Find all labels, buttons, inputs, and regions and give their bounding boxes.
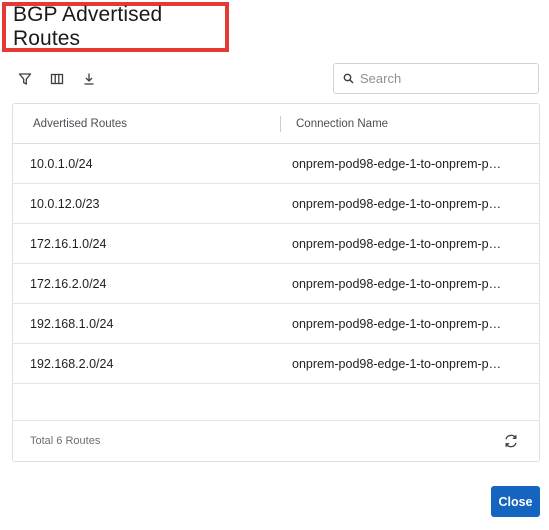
columns-icon bbox=[50, 73, 64, 85]
connection-cell: onprem-pod98-edge-1-to-onprem-p… bbox=[292, 277, 502, 291]
search-icon bbox=[343, 73, 354, 84]
route-cell: 10.0.12.0/23 bbox=[30, 197, 100, 211]
table-row[interactable]: 172.16.1.0/24 onprem-pod98-edge-1-to-onp… bbox=[13, 224, 539, 264]
table-row[interactable]: 10.0.1.0/24 onprem-pod98-edge-1-to-onpre… bbox=[13, 144, 539, 184]
connection-cell: onprem-pod98-edge-1-to-onprem-p… bbox=[292, 357, 502, 371]
refresh-icon[interactable] bbox=[503, 433, 519, 449]
column-resize-handle[interactable] bbox=[280, 116, 281, 132]
table-header: Advertised Routes Connection Name bbox=[13, 104, 539, 144]
connection-cell: onprem-pod98-edge-1-to-onprem-p… bbox=[292, 157, 502, 171]
connection-cell: onprem-pod98-edge-1-to-onprem-p… bbox=[292, 317, 502, 331]
connection-cell: onprem-pod98-edge-1-to-onprem-p… bbox=[292, 237, 502, 251]
dialog-title: BGP Advertised Routes bbox=[13, 3, 163, 50]
route-cell: 192.168.2.0/24 bbox=[30, 357, 114, 371]
table-footer: Total 6 Routes bbox=[13, 421, 539, 460]
close-button[interactable]: Close bbox=[491, 486, 540, 517]
search-box[interactable] bbox=[333, 63, 539, 94]
table-empty-space bbox=[13, 384, 539, 421]
table-row[interactable]: 192.168.1.0/24 onprem-pod98-edge-1-to-on… bbox=[13, 304, 539, 344]
route-cell: 192.168.1.0/24 bbox=[30, 317, 114, 331]
filter-button[interactable] bbox=[14, 68, 36, 90]
table-row[interactable]: 192.168.2.0/24 onprem-pod98-edge-1-to-on… bbox=[13, 344, 539, 384]
total-routes-count: Total 6 Routes bbox=[30, 434, 101, 447]
columns-button[interactable] bbox=[46, 68, 68, 90]
dialog-title-box: BGP Advertised Routes bbox=[2, 2, 229, 52]
download-icon bbox=[84, 73, 94, 85]
table-row[interactable]: 10.0.12.0/23 onprem-pod98-edge-1-to-onpr… bbox=[13, 184, 539, 224]
connection-cell: onprem-pod98-edge-1-to-onprem-p… bbox=[292, 197, 502, 211]
routes-table: Advertised Routes Connection Name 10.0.1… bbox=[12, 103, 540, 462]
column-header-connection-name[interactable]: Connection Name bbox=[296, 104, 388, 144]
route-cell: 172.16.2.0/24 bbox=[30, 277, 107, 291]
table-row[interactable]: 172.16.2.0/24 onprem-pod98-edge-1-to-onp… bbox=[13, 264, 539, 304]
route-cell: 10.0.1.0/24 bbox=[30, 157, 93, 171]
route-cell: 172.16.1.0/24 bbox=[30, 237, 107, 251]
download-button[interactable] bbox=[78, 68, 100, 90]
search-input[interactable] bbox=[360, 71, 530, 86]
column-header-advertised-routes[interactable]: Advertised Routes bbox=[33, 104, 127, 144]
table-toolbar bbox=[14, 68, 100, 90]
filter-icon bbox=[18, 73, 32, 85]
